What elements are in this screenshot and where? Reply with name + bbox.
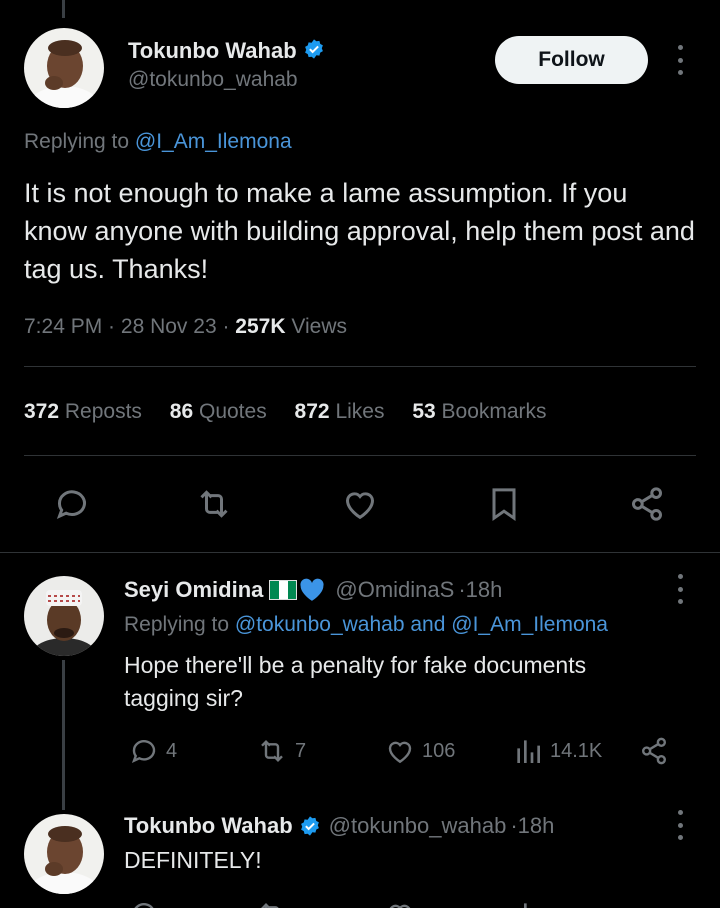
reply-count: 4	[166, 739, 178, 762]
author-name[interactable]: Tokunbo Wahab	[128, 38, 297, 63]
divider	[24, 455, 696, 456]
divider	[24, 366, 696, 367]
avatar[interactable]	[24, 576, 104, 656]
repost-icon	[261, 739, 283, 763]
like-icon[interactable]	[384, 898, 416, 908]
blue-heart-icon	[299, 578, 325, 602]
section-divider	[0, 552, 720, 553]
views-count: 14.1K	[550, 739, 603, 762]
reposts-stat[interactable]: 372 Reposts	[24, 400, 142, 423]
tweet-meta: 7:24 PM · 28 Nov 23 · 257K Views	[24, 315, 347, 338]
avatar[interactable]	[24, 814, 104, 894]
follow-button[interactable]: Follow	[495, 36, 648, 84]
reply2-action-row	[0, 898, 720, 908]
reply2-age[interactable]: 18h	[518, 813, 555, 839]
bookmark-icon[interactable]	[484, 484, 524, 529]
reply-icon[interactable]	[128, 898, 160, 908]
thread-line-top	[62, 0, 65, 18]
reply1-age[interactable]: 18h	[466, 577, 503, 603]
reply2-author-name[interactable]: Tokunbo Wahab	[124, 813, 293, 839]
reply1-replying-to: Replying to @tokunbo_wahab and @I_Am_Ile…	[124, 613, 608, 636]
tweet-time[interactable]: 7:24 PM	[24, 315, 102, 338]
like-icon	[388, 741, 412, 764]
views-label: Views	[291, 315, 347, 338]
avatar[interactable]	[24, 28, 104, 108]
like-icon[interactable]	[340, 484, 380, 529]
repost-icon[interactable]	[194, 484, 234, 529]
likes-stat[interactable]: 872 Likes	[295, 400, 385, 423]
like-count: 106	[422, 739, 456, 762]
quotes-stat[interactable]: 86 Quotes	[170, 400, 267, 423]
views-count: 257K	[235, 315, 286, 338]
reply1-views-action[interactable]: 14.1K	[512, 735, 602, 767]
reply-icon	[131, 740, 156, 763]
reply1-handle[interactable]: @OmidinaS	[335, 577, 454, 603]
author-handle[interactable]: @tokunbo_wahab	[128, 68, 298, 92]
repost-count: 7	[295, 739, 307, 762]
repost-icon[interactable]	[255, 898, 289, 908]
reply2-header: Tokunbo Wahab @tokunbo_wahab · 18h	[124, 813, 555, 839]
reply1-text: Hope there'll be a penalty for fake docu…	[124, 652, 587, 711]
reply1-reply-action[interactable]: 4	[128, 735, 177, 767]
share-icon[interactable]	[638, 735, 670, 772]
tweet-text: It is not enough to make a lame assumpti…	[24, 178, 695, 284]
views-icon	[517, 740, 540, 763]
replying-prefix: Replying to	[24, 130, 130, 153]
share-icon[interactable]	[627, 484, 667, 529]
replying-to-link[interactable]: @tokunbo_wahab	[235, 613, 405, 636]
more-options-icon[interactable]	[670, 574, 690, 604]
author-name-row: Tokunbo Wahab	[128, 38, 325, 66]
reply1-header: Seyi Omidina @OmidinaS · 18h	[124, 577, 503, 603]
reply-icon[interactable]	[52, 484, 92, 529]
verified-badge-icon	[299, 815, 321, 837]
tweet-date[interactable]: 28 Nov 23	[121, 315, 217, 338]
reply2-handle[interactable]: @tokunbo_wahab	[329, 813, 507, 839]
views-icon[interactable]	[512, 898, 544, 908]
more-options-icon[interactable]	[670, 45, 690, 75]
replying-to-link[interactable]: @I_Am_Ilemona	[451, 613, 608, 636]
stats-row: 372 Reposts 86 Quotes 872 Likes 53 Bookm…	[24, 400, 547, 424]
reply1-repost-action[interactable]: 7	[255, 735, 306, 767]
verified-badge-icon	[303, 38, 325, 66]
reply1-author-name[interactable]: Seyi Omidina	[124, 577, 263, 603]
replying-to-link[interactable]: @I_Am_Ilemona	[135, 130, 292, 153]
replying-to: Replying to @I_Am_Ilemona	[24, 130, 292, 154]
more-options-icon[interactable]	[670, 810, 690, 840]
bookmarks-stat[interactable]: 53 Bookmarks	[412, 400, 546, 423]
reply2-text: DEFINITELY!	[124, 847, 262, 873]
nigeria-flag-icon	[269, 580, 298, 600]
reply1-like-action[interactable]: 106	[384, 735, 455, 767]
thread-line-reply	[62, 660, 65, 810]
